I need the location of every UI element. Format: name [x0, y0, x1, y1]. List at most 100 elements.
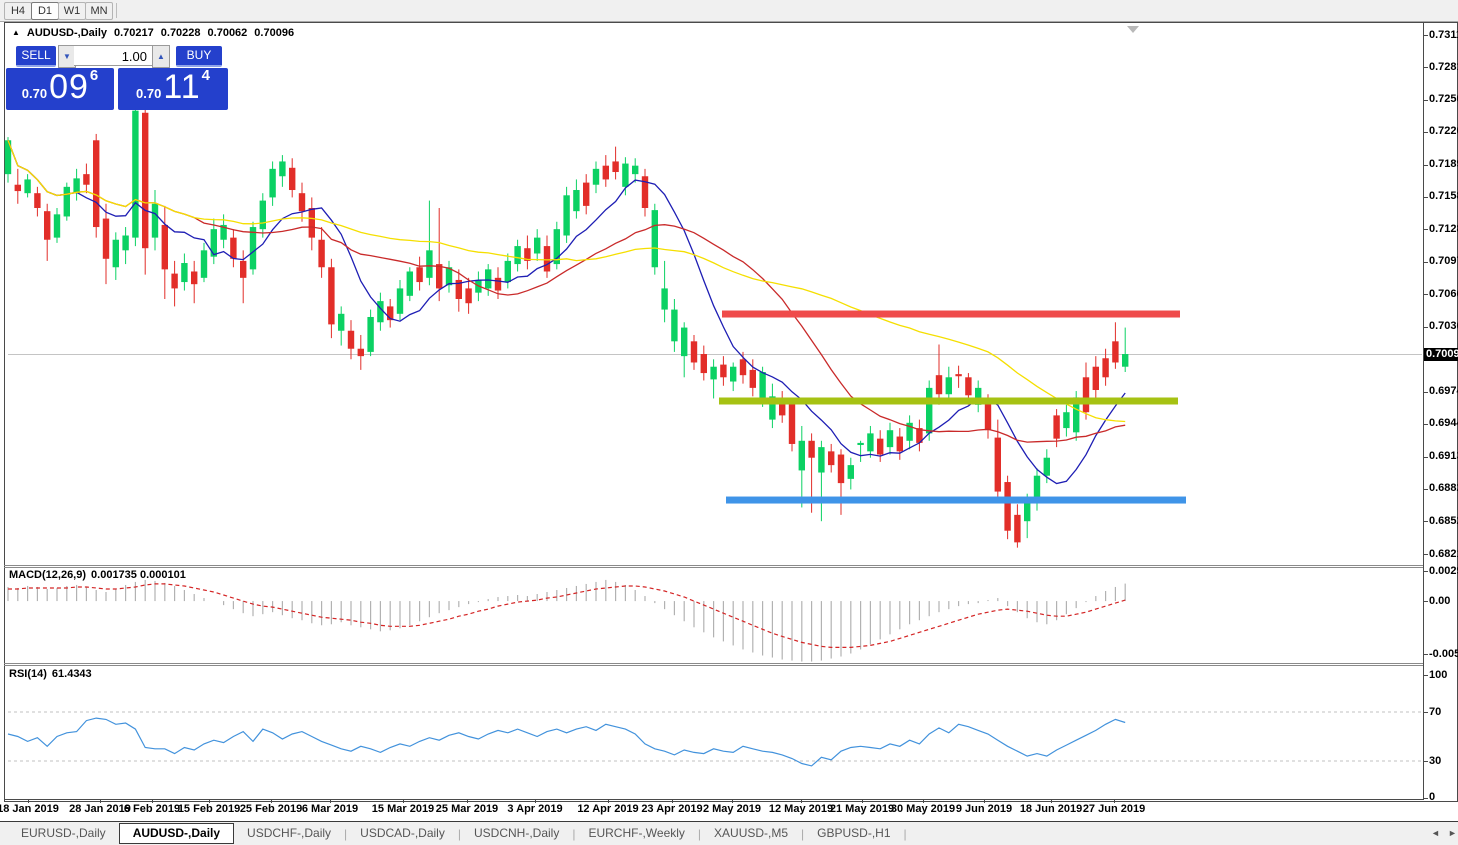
- date-axis-tick: [100, 799, 101, 803]
- date-axis-tick: [984, 799, 985, 803]
- price-axis-label: 0.69130: [1429, 450, 1458, 463]
- date-axis-tick: [1114, 799, 1115, 803]
- tab-scroll-right-icon[interactable]: ►: [1448, 826, 1457, 840]
- macd-name: MACD(12,26,9): [9, 569, 87, 581]
- macd-axis-label: 0.002984: [1429, 564, 1458, 577]
- chart-tab-audusd[interactable]: AUDUSD-,Daily: [118, 823, 235, 844]
- price-axis-tick: [1424, 391, 1428, 393]
- date-axis-tick: [152, 799, 153, 803]
- price-axis-tick: [1424, 326, 1428, 328]
- price-axis-label: 0.72505: [1429, 93, 1458, 106]
- date-axis-label: 6 Mar 2019: [301, 803, 359, 815]
- price-axis-tick: [1424, 294, 1428, 296]
- rsi-name: RSI(14): [9, 668, 47, 680]
- price-axis-label: 0.69745: [1429, 385, 1458, 398]
- tab-separator: |: [903, 826, 907, 841]
- rsi-label: RSI(14) 61.4343: [9, 668, 97, 680]
- rsi-axis-label: 70: [1429, 705, 1442, 718]
- rsi-axis-label: 100: [1429, 668, 1448, 681]
- date-axis-tick: [732, 799, 733, 803]
- chart-tab-eurchf[interactable]: EURCHF-,Weekly: [575, 823, 697, 844]
- price-axis-label: 0.68825: [1429, 482, 1458, 495]
- chart-symbol: AUDUSD-,Daily: [26, 27, 107, 39]
- buy-button[interactable]: BUY: [176, 46, 222, 67]
- timeframe-button-d1[interactable]: D1: [31, 2, 59, 20]
- date-axis-tick: [862, 799, 863, 803]
- volume-input[interactable]: 1.00: [74, 45, 152, 66]
- chart-tab-usdchf[interactable]: USDCHF-,Daily: [234, 823, 344, 844]
- toolbar-separator: [116, 3, 117, 18]
- ohlc-close: 0.70096: [254, 27, 295, 39]
- rsi-axis-tick: [1424, 712, 1428, 713]
- buy-price-button[interactable]: 0.70114: [118, 67, 228, 110]
- price-axis-label: 0.71585: [1429, 190, 1458, 203]
- chart-tab-usdcad[interactable]: USDCAD-,Daily: [347, 823, 458, 844]
- macd-values: 0.001735 0.000101: [91, 569, 186, 581]
- price-axis-label: 0.70665: [1429, 287, 1458, 300]
- date-axis-label: 3 Apr 2019: [507, 803, 563, 815]
- price-axis-tick: [1424, 35, 1428, 36]
- rsi-axis-tick: [1424, 761, 1428, 762]
- sell-price-base: 0.70: [21, 86, 48, 101]
- timeframe-button-w1[interactable]: W1: [58, 2, 86, 20]
- price-axis-tick: [1424, 456, 1428, 458]
- price-axis-tick: [1424, 67, 1428, 69]
- rsi-axis-tick: [1424, 675, 1428, 677]
- price-axis-tick: [1424, 521, 1428, 523]
- timeframe-button-mn[interactable]: MN: [85, 2, 113, 20]
- macd-axis-tick: [1424, 601, 1428, 603]
- macd-axis-tick: [1424, 654, 1428, 655]
- date-axis-tick: [403, 799, 404, 803]
- tab-scroll-left-icon[interactable]: ◄: [1431, 826, 1440, 840]
- timeframe-button-h4[interactable]: H4: [4, 2, 32, 20]
- price-axis-tick: [1424, 261, 1428, 263]
- price-axis-label: 0.72200: [1429, 125, 1458, 138]
- date-axis-tick: [801, 799, 802, 803]
- price-axis-tick: [1424, 131, 1428, 133]
- price-axis-label: 0.68520: [1429, 514, 1458, 527]
- price-axis-label: 0.73115: [1429, 28, 1458, 41]
- date-axis-tick: [1051, 799, 1052, 803]
- chart-tab-gbpusd[interactable]: GBPUSD-,H1: [804, 823, 903, 844]
- sell-price-button[interactable]: 0.70096: [6, 67, 114, 110]
- chart-plot-area[interactable]: [0, 0, 1458, 845]
- timeframe-toolbar: H4 D1 W1 MN: [0, 0, 1458, 22]
- sell-button[interactable]: SELL: [16, 46, 56, 67]
- price-axis-label: 0.68210: [1429, 547, 1458, 560]
- rsi-axis-label: 0: [1429, 791, 1436, 804]
- volume-increase-button[interactable]: ▲: [152, 45, 170, 68]
- chart-tab-xauusd[interactable]: XAUUSD-,M5: [701, 823, 801, 844]
- date-axis-label: 27 Jun 2019: [1082, 803, 1146, 815]
- macd-label: MACD(12,26,9) 0.001735 0.000101: [9, 569, 191, 581]
- buy-price-pips: 11: [163, 68, 201, 106]
- price-axis-tick: [1424, 196, 1428, 198]
- date-axis-tick: [923, 799, 924, 803]
- ohlc-open: 0.70217: [114, 27, 154, 39]
- buy-price-point: 4: [201, 67, 210, 84]
- price-axis-tick: [1424, 554, 1428, 555]
- price-axis-label: 0.70360: [1429, 320, 1458, 332]
- macd-axis-label: 0.00: [1429, 594, 1451, 607]
- time-axis-line: [4, 799, 1424, 800]
- sell-price-point: 6: [89, 67, 99, 84]
- rsi-panel-separator[interactable]: [4, 663, 1424, 664]
- price-axis-tick: [1424, 488, 1428, 490]
- price-axis-label: 0.71280: [1429, 222, 1458, 235]
- price-axis-border: [1423, 22, 1424, 800]
- rsi-axis-tick: [1424, 797, 1428, 799]
- price-axis-label: 0.72810: [1429, 60, 1458, 73]
- spin-up-icon: ▲: [157, 52, 165, 61]
- spin-down-icon: ▼: [63, 52, 71, 61]
- one-click-trading-panel: SELL ▼ 1.00 ▲ BUY 0.70096 0.70114: [6, 44, 228, 110]
- rsi-axis-label: 30: [1429, 754, 1442, 767]
- price-axis-label: 0.69440: [1429, 417, 1458, 430]
- date-axis-tick: [330, 799, 331, 803]
- macd-panel-separator[interactable]: [4, 565, 1424, 566]
- macd-axis-label: -0.00525: [1429, 647, 1458, 660]
- price-axis-label: 0.70970: [1429, 255, 1458, 268]
- chart-tab-usdcnh[interactable]: USDCNH-,Daily: [461, 823, 572, 844]
- chart-tab-eurusd[interactable]: EURUSD-,Daily: [8, 823, 119, 844]
- price-axis-tick: [1424, 229, 1428, 231]
- title-arrow-icon: ▲: [12, 28, 20, 37]
- rsi-value: 61.4343: [51, 668, 92, 680]
